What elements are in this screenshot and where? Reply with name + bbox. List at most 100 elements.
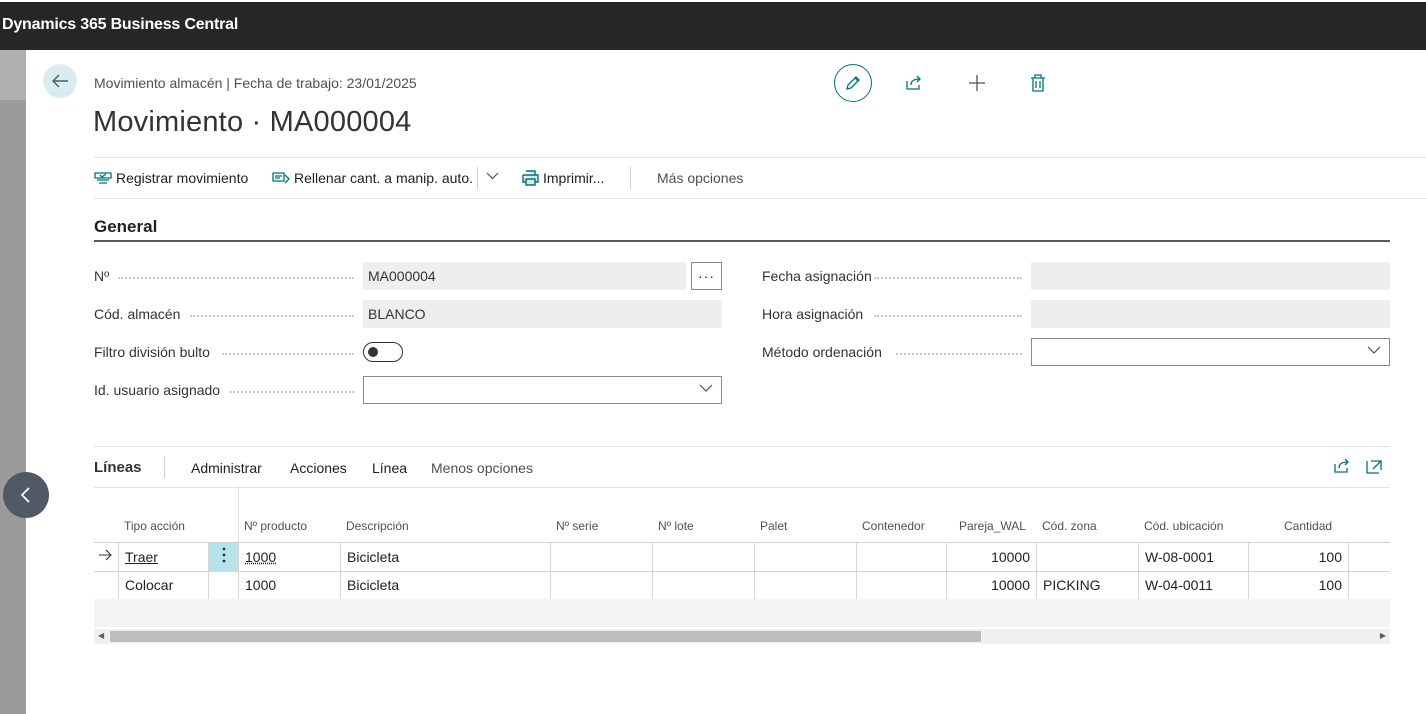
app-title[interactable]: Dynamics 365 Business Central: [2, 16, 238, 34]
warehouse-label: Cód. almacén: [94, 306, 181, 322]
table-row[interactable]: Traer 1000 Bicicleta 10000 W-08-0001 100: [94, 543, 1390, 572]
section-underline: [94, 240, 1390, 242]
tipo-accion-cell[interactable]: Traer: [119, 543, 209, 571]
contenedor-cell[interactable]: [857, 571, 947, 599]
row-selector[interactable]: [94, 543, 119, 571]
divider: [164, 456, 165, 478]
print-button[interactable]: Imprimir...: [522, 170, 604, 186]
chevron-down-icon: [486, 172, 499, 180]
autofill-quantity-label: Rellenar cant. a manip. auto.: [294, 170, 473, 186]
row-selector[interactable]: [94, 571, 119, 599]
palet-cell[interactable]: [755, 543, 857, 571]
column-header[interactable]: Pareja_WAL: [959, 519, 1026, 533]
lines-expand-button[interactable]: [1366, 458, 1382, 479]
lote-cell[interactable]: [653, 571, 755, 599]
row-actions-cell[interactable]: [209, 571, 239, 599]
producto-cell[interactable]: 1000: [239, 571, 341, 599]
column-header[interactable]: Nº lote: [658, 519, 694, 533]
row-actions-button[interactable]: [209, 543, 239, 571]
divider: [630, 167, 631, 189]
ubicacion-cell[interactable]: W-08-0001: [1139, 543, 1249, 571]
column-header[interactable]: Cód. zona: [1042, 519, 1097, 533]
new-button[interactable]: [965, 72, 989, 94]
share-icon: [906, 75, 921, 90]
page-title: Movimiento · MA000004: [93, 106, 412, 138]
zona-cell[interactable]: [1037, 543, 1139, 571]
print-label: Imprimir...: [543, 170, 605, 186]
no-lookup-button[interactable]: ···: [691, 262, 722, 290]
share-button[interactable]: [902, 72, 926, 94]
pareja-cell[interactable]: 10000: [947, 543, 1037, 571]
palet-cell[interactable]: [755, 571, 857, 599]
serie-cell[interactable]: [551, 543, 653, 571]
lines-menu-actions[interactable]: Acciones: [290, 460, 347, 476]
lines-menu-line[interactable]: Línea: [372, 460, 407, 476]
lines-menu-fewer-options[interactable]: Menos opciones: [431, 460, 533, 476]
user-select[interactable]: [363, 376, 722, 404]
trash-icon: [1031, 74, 1045, 92]
breadcrumb: Movimiento almacén | Fecha de trabajo: 2…: [94, 75, 417, 91]
top-bar: Dynamics 365 Business Central: [0, 2, 1426, 50]
leader-dots: [874, 276, 1022, 279]
plus-icon: [969, 75, 985, 91]
lines-grid: Tipo acción Nº producto Descripción Nº s…: [94, 486, 1390, 646]
scrollbar-thumb[interactable]: [110, 631, 981, 642]
delete-button[interactable]: [1026, 72, 1050, 94]
column-header[interactable]: Contenedor: [862, 519, 925, 533]
tipo-accion-cell[interactable]: Colocar: [119, 571, 209, 599]
lines-title[interactable]: Líneas: [94, 459, 142, 476]
column-header[interactable]: Nº serie: [556, 519, 598, 533]
descripcion-cell[interactable]: Bicicleta: [341, 543, 551, 571]
horizontal-scrollbar[interactable]: ◀ ▶: [94, 629, 1390, 644]
autofill-dropdown-button[interactable]: [486, 172, 499, 180]
register-movement-label: Registrar movimiento: [116, 170, 249, 186]
leader-dots: [230, 390, 354, 393]
scroll-left-icon[interactable]: ◀: [98, 631, 104, 640]
left-strip-tab: [0, 50, 26, 100]
assign-time-field[interactable]: [1031, 300, 1390, 328]
arrow-left-icon: [52, 74, 68, 88]
cantidad-cell[interactable]: 100: [1249, 543, 1349, 571]
user-label: Id. usuario asignado: [94, 382, 221, 398]
assign-time-label: Hora asignación: [762, 306, 864, 322]
more-options-button[interactable]: Más opciones: [657, 170, 743, 186]
zona-cell[interactable]: PICKING: [1037, 571, 1139, 599]
table-row[interactable]: Colocar 1000 Bicicleta 10000 PICKING W-0…: [94, 571, 1390, 600]
column-header[interactable]: Palet: [760, 519, 787, 533]
serie-cell[interactable]: [551, 571, 653, 599]
edit-button[interactable]: [834, 64, 872, 102]
column-header[interactable]: Tipo acción: [124, 519, 185, 533]
divider: [477, 167, 478, 189]
lines-menu-manage[interactable]: Administrar: [191, 460, 262, 476]
lote-cell[interactable]: [653, 543, 755, 571]
leader-dots: [222, 352, 354, 355]
chevron-down-icon: [1367, 346, 1381, 354]
sort-method-select[interactable]: [1031, 338, 1390, 366]
section-title-general[interactable]: General: [94, 217, 157, 237]
cantidad-cell[interactable]: 100: [1249, 571, 1349, 599]
column-header[interactable]: Cód. ubicación: [1144, 519, 1223, 533]
leader-dots: [118, 276, 354, 279]
lines-share-button[interactable]: [1333, 458, 1351, 479]
new-line-row[interactable]: [94, 599, 1390, 627]
column-header[interactable]: Cantidad: [1284, 519, 1332, 533]
column-header[interactable]: Descripción: [346, 519, 409, 533]
assign-date-field[interactable]: [1031, 262, 1390, 290]
descripcion-cell[interactable]: Bicicleta: [341, 571, 551, 599]
lines-toolbar: Líneas Administrar Acciones Línea Menos …: [94, 446, 1390, 488]
pareja-cell[interactable]: 10000: [947, 571, 1037, 599]
filter-toggle[interactable]: [363, 342, 403, 362]
producto-cell[interactable]: 1000: [239, 543, 341, 571]
ubicacion-cell[interactable]: W-04-0011: [1139, 571, 1249, 599]
column-header[interactable]: Nº producto: [244, 519, 307, 533]
no-field[interactable]: MA000004: [363, 262, 686, 290]
back-button[interactable]: [43, 64, 77, 98]
leader-dots: [190, 314, 354, 317]
autofill-quantity-button[interactable]: Rellenar cant. a manip. auto.: [272, 170, 473, 186]
collapse-page-button[interactable]: [3, 472, 49, 518]
contenedor-cell[interactable]: [857, 543, 947, 571]
scroll-right-icon[interactable]: ▶: [1380, 631, 1386, 640]
register-movement-button[interactable]: Registrar movimiento: [94, 170, 248, 186]
action-bar: Registrar movimiento Rellenar cant. a ma…: [94, 157, 1426, 199]
warehouse-field[interactable]: BLANCO: [363, 300, 722, 328]
